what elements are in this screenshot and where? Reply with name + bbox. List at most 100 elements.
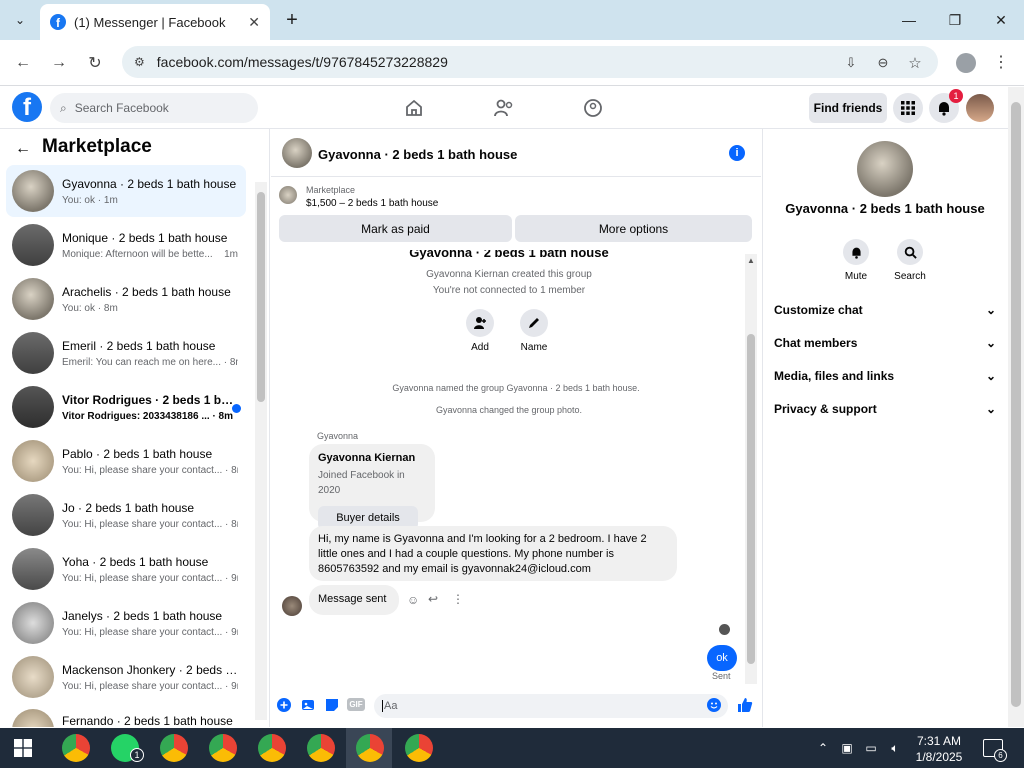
facebook-favicon-icon: f xyxy=(50,14,66,30)
browser-profile-icon[interactable] xyxy=(956,53,976,73)
forward-arrow-icon[interactable]: → xyxy=(44,48,74,78)
sender-name: Gyavonna xyxy=(317,431,359,441)
add-member-button[interactable]: Add xyxy=(450,309,510,353)
chat-avatar[interactable] xyxy=(282,138,312,168)
bookmark-star-icon[interactable]: ☆ xyxy=(906,54,924,72)
conversation-name: Vitor Rodrigues · 2 beds 1 bat... xyxy=(62,392,238,407)
back-arrow-icon[interactable]: ← xyxy=(8,48,38,78)
message-line-3: 8605763592 and my email is gyavonnak24@i… xyxy=(318,563,591,575)
chrome-taskbar-icon[interactable] xyxy=(405,734,433,762)
sent-message-bubble[interactable]: ok xyxy=(707,645,737,671)
volume-icon[interactable]: 🔈︎ xyxy=(887,740,903,756)
conversation-item[interactable]: Emeril · 2 beds 1 bath house Emeril: You … xyxy=(6,327,246,379)
back-arrow-icon[interactable]: ← xyxy=(14,140,32,158)
name-group-button[interactable]: Name xyxy=(504,309,564,353)
find-friends-button[interactable]: Find friends xyxy=(809,93,887,123)
chrome-taskbar-icon[interactable] xyxy=(258,734,286,762)
clock-time: 7:31 AM xyxy=(916,734,962,748)
chrome-taskbar-icon[interactable] xyxy=(356,734,384,762)
facebook-logo-icon[interactable]: f xyxy=(12,92,42,122)
gif-icon[interactable]: GIF xyxy=(347,698,365,711)
chat-title[interactable]: Gyavonna · 2 beds 1 bath house xyxy=(318,147,517,162)
chrome-taskbar-icon[interactable] xyxy=(307,734,335,762)
install-app-icon[interactable]: ⇩ xyxy=(842,54,860,72)
emoji-icon[interactable] xyxy=(706,697,722,713)
reload-icon[interactable]: ↻ xyxy=(80,48,110,78)
privacy-support-section[interactable]: Privacy & support ⌄ xyxy=(774,399,996,419)
chevron-down-icon: ⌄ xyxy=(985,303,996,317)
listing-price[interactable]: $1,500 – 2 beds 1 bath house xyxy=(306,198,438,209)
chrome-taskbar-icon[interactable] xyxy=(62,734,90,762)
windows-start-icon[interactable] xyxy=(14,739,32,757)
chat-members-section[interactable]: Chat members ⌄ xyxy=(774,333,996,353)
more-options-button[interactable]: More options xyxy=(515,215,752,242)
message-input[interactable]: Aa xyxy=(374,694,728,718)
minimize-icon[interactable]: — xyxy=(886,0,932,40)
window-close-icon[interactable]: ✕ xyxy=(978,0,1024,40)
reply-icon[interactable]: ↩ xyxy=(428,592,438,606)
network-icon[interactable]: ▭ xyxy=(863,740,879,756)
sender-avatar[interactable] xyxy=(282,596,302,616)
thumbs-up-icon[interactable] xyxy=(736,696,754,714)
react-emoji-icon[interactable]: ☺ xyxy=(407,593,419,607)
conversation-item[interactable]: Mackenson Jhonkery · 2 beds 1... You: Hi,… xyxy=(6,651,246,703)
browser-tab-messenger[interactable]: f (1) Messenger | Facebook ✕ xyxy=(40,4,270,40)
info-icon[interactable]: i xyxy=(729,145,745,161)
customize-chat-section[interactable]: Customize chat ⌄ xyxy=(774,300,996,320)
section-label: Chat members xyxy=(774,336,858,350)
taskbar-clock[interactable]: 7:31 AM 1/8/2025 xyxy=(908,733,970,765)
conversation-item[interactable]: Arachelis · 2 beds 1 bath house You: ok ·… xyxy=(6,273,246,325)
restore-icon[interactable]: ❐ xyxy=(932,0,978,40)
conversation-item[interactable]: Janelys · 2 beds 1 bath house You: Hi, pl… xyxy=(6,597,246,649)
message-sent-bubble[interactable]: Message sent xyxy=(309,585,399,615)
friends-icon[interactable] xyxy=(491,96,517,120)
browser-menu-icon[interactable]: ⋮ xyxy=(993,52,1009,72)
chrome-taskbar-icon[interactable] xyxy=(209,734,237,762)
conversation-item[interactable]: Yoha · 2 beds 1 bath house You: Hi, pleas… xyxy=(6,543,246,595)
group-title: Gyavonna · 2 beds 1 bath house xyxy=(409,250,609,260)
group-avatar[interactable] xyxy=(857,141,913,197)
tab-close-icon[interactable]: ✕ xyxy=(248,14,260,31)
mark-as-paid-button[interactable]: Mark as paid xyxy=(279,215,512,242)
conversation-name: Janelys · 2 beds 1 bath house xyxy=(62,608,223,623)
new-tab-plus-icon[interactable]: + xyxy=(282,9,302,31)
tab-search-chevron-icon[interactable]: ⌄ xyxy=(8,8,32,32)
whatsapp-badge: 1 xyxy=(130,748,144,762)
page-scrollbar-thumb[interactable] xyxy=(1011,102,1021,707)
scroll-up-icon[interactable]: ▲ xyxy=(747,256,755,265)
chevron-down-icon: ⌄ xyxy=(985,336,996,350)
site-info-icon[interactable]: ⚙ xyxy=(134,55,145,69)
sidebar-scrollbar-thumb[interactable] xyxy=(257,192,265,402)
conversation-item[interactable]: Monique · 2 beds 1 bath house Monique: Af… xyxy=(6,219,246,271)
plus-icon[interactable] xyxy=(276,697,292,713)
sticker-icon[interactable] xyxy=(324,697,340,713)
home-icon[interactable] xyxy=(401,96,427,120)
buyer-name: Gyavonna Kiernan xyxy=(318,452,416,464)
address-bar[interactable]: ⚙ facebook.com/messages/t/97678452732288… xyxy=(122,46,938,78)
mute-button[interactable]: Mute xyxy=(826,239,886,282)
tray-chevron-icon[interactable]: ⌃ xyxy=(815,740,831,756)
search-chat-button[interactable]: Search xyxy=(880,239,940,282)
menu-grid-icon[interactable] xyxy=(893,93,923,123)
conversation-item[interactable]: Fernando · 2 beds 1 bath house xyxy=(6,705,246,727)
profile-avatar[interactable] xyxy=(966,94,994,122)
conversation-item[interactable]: Jo · 2 beds 1 bath house You: Hi, please … xyxy=(6,489,246,541)
sent-status: Sent xyxy=(712,671,731,681)
conversation-avatar xyxy=(12,278,54,320)
conversation-item[interactable]: Gyavonna · 2 beds 1 bath house You: ok · … xyxy=(6,165,246,217)
more-actions-icon[interactable]: ⋮ xyxy=(452,592,464,606)
groups-icon[interactable] xyxy=(580,96,606,120)
meet-now-icon[interactable]: ▣ xyxy=(839,740,855,756)
message-bubble[interactable]: Hi, my name is Gyavonna and I'm looking … xyxy=(309,526,677,581)
conversation-name: Jo · 2 beds 1 bath house xyxy=(62,500,195,515)
zoom-icon[interactable]: ⊖ xyxy=(874,54,892,72)
conversation-item[interactable]: Pablo · 2 beds 1 bath house You: Hi, plea… xyxy=(6,435,246,487)
chrome-taskbar-icon[interactable] xyxy=(160,734,188,762)
facebook-search-input[interactable]: ⌕ Search Facebook xyxy=(50,93,258,123)
media-files-links-section[interactable]: Media, files and links ⌄ xyxy=(774,366,996,386)
photo-icon[interactable] xyxy=(300,697,316,713)
listing-thumbnail[interactable] xyxy=(279,186,297,204)
conversation-item[interactable]: Vitor Rodrigues · 2 beds 1 bat... Vitor R… xyxy=(6,381,246,433)
add-label: Add xyxy=(471,342,489,353)
chat-scrollbar-thumb[interactable] xyxy=(747,334,755,664)
